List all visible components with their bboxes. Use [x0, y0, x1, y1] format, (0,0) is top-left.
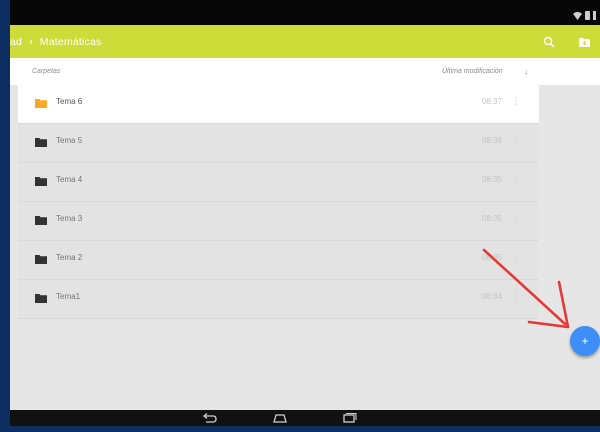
folder-icon: [35, 294, 47, 303]
overflow-menu-icon[interactable]: ⋮: [511, 136, 521, 146]
breadcrumb-parent[interactable]: ad: [10, 36, 22, 48]
overflow-menu-icon[interactable]: ⋮: [511, 97, 521, 107]
overflow-menu-icon[interactable]: ⋮: [511, 175, 521, 185]
breadcrumb-current: Matemáticas: [39, 35, 102, 48]
folder-icon: [35, 255, 47, 264]
folder-name: Tema1: [56, 292, 81, 301]
folder-modified-time: 08:35: [481, 253, 502, 262]
folder-name: Tema 6: [56, 97, 83, 106]
device-screen: ad › Matemáticas Carpetas Última modific…: [10, 0, 600, 426]
app-bar: ad › Matemáticas: [10, 25, 600, 58]
back-icon[interactable]: [200, 412, 220, 424]
folder-row[interactable]: Tema 2 08:35 ⋮: [18, 241, 539, 280]
frame-left-border: [0, 0, 10, 432]
folder-row[interactable]: Tema 4 08:35 ⋮: [18, 163, 539, 202]
wifi-icon: [573, 11, 582, 20]
folder-add-icon[interactable]: [579, 37, 590, 47]
status-icons: [573, 11, 596, 20]
folder-modified-time: 08:35: [481, 214, 502, 223]
status-clock-partial: [593, 11, 596, 20]
recents-icon[interactable]: [339, 412, 359, 424]
folder-list: Tema 6 08:37 ⋮ Tema 5 08:36 ⋮ Tema 4 08:35 ⋮ Tema…: [18, 85, 539, 319]
overflow-menu-icon[interactable]: ⋮: [511, 253, 521, 263]
sort-arrow-down-icon[interactable]: ↓: [524, 67, 528, 76]
battery-icon: [585, 11, 590, 20]
folder-icon: [35, 216, 47, 225]
folder-name: Tema 2: [56, 253, 83, 262]
navigation-bar: [10, 410, 600, 426]
frame-bottom-border: [0, 426, 600, 432]
folder-row[interactable]: Tema 6 08:37 ⋮: [18, 85, 539, 124]
folder-row[interactable]: Tema1 08:34 ⋮: [18, 280, 539, 319]
breadcrumb: ad › Matemáticas: [10, 25, 102, 58]
folder-row[interactable]: Tema 5 08:36 ⋮: [18, 124, 539, 163]
breadcrumb-separator: ›: [29, 35, 33, 48]
folder-modified-time: 08:35: [481, 175, 502, 184]
home-icon[interactable]: [270, 412, 290, 424]
folder-name: Tema 3: [56, 214, 83, 223]
folder-name: Tema 5: [56, 136, 83, 145]
folder-modified-time: 08:37: [481, 97, 502, 106]
add-folder-fab[interactable]: +: [570, 326, 600, 356]
overflow-menu-icon[interactable]: ⋮: [511, 292, 521, 302]
folder-modified-time: 08:34: [481, 292, 502, 301]
search-icon[interactable]: [543, 36, 555, 48]
folder-icon: [35, 177, 47, 186]
folder-icon: [35, 138, 47, 147]
app-bar-actions: [543, 25, 600, 58]
status-bar: [10, 0, 600, 25]
folder-icon: [35, 99, 47, 108]
list-header: Carpetas Última modificación ↓: [10, 58, 600, 85]
column-header-folders: Carpetas: [32, 68, 61, 75]
folder-modified-time: 08:36: [481, 136, 502, 145]
overflow-menu-icon[interactable]: ⋮: [511, 214, 521, 224]
folder-name: Tema 4: [56, 175, 83, 184]
column-header-modified[interactable]: Última modificación: [442, 68, 503, 75]
folder-row[interactable]: Tema 3 08:35 ⋮: [18, 202, 539, 241]
plus-icon: +: [581, 334, 589, 348]
